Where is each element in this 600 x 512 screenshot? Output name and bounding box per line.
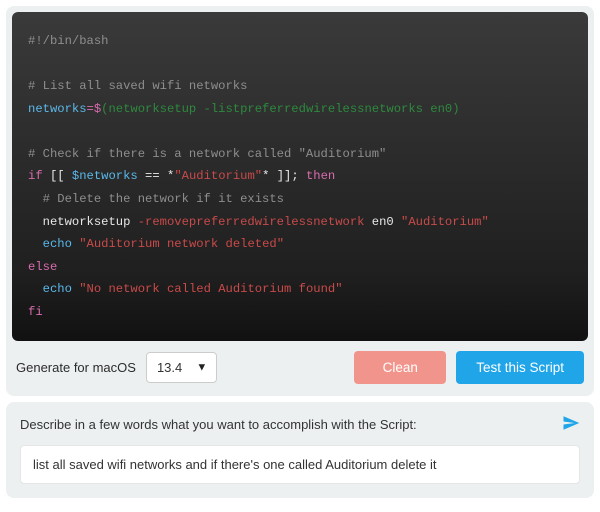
code-comment: # Delete the network if it exists (28, 192, 284, 206)
code-text: == * (138, 169, 175, 183)
code-variable: $networks (72, 169, 138, 183)
prompt-input[interactable] (20, 445, 580, 484)
code-keyword-fi: fi (28, 305, 43, 319)
code-string: "Auditorium" (174, 169, 262, 183)
send-icon[interactable] (562, 414, 580, 435)
version-select[interactable]: 13.4 ▼ (146, 360, 217, 375)
code-variable: networks (28, 102, 87, 116)
code-command: networksetup (43, 215, 138, 229)
code-string: "No network called Auditorium found" (79, 282, 342, 296)
code-text: * ]]; (262, 169, 306, 183)
code-keyword-if: if (28, 169, 43, 183)
code-shebang: #!/bin/bash (28, 34, 108, 48)
code-keyword-then: then (306, 169, 335, 183)
code-comment: # List all saved wifi networks (28, 79, 247, 93)
code-arg: en0 (364, 215, 401, 229)
clean-button[interactable]: Clean (354, 351, 446, 384)
code-indent (28, 282, 43, 296)
script-code-area: #!/bin/bash # List all saved wifi networ… (12, 12, 588, 341)
code-indent (28, 215, 43, 229)
code-echo: echo (43, 282, 72, 296)
code-string: "Auditorium network deleted" (79, 237, 284, 251)
top-panel: #!/bin/bash # List all saved wifi networ… (6, 6, 594, 396)
code-string: "Auditorium" (401, 215, 489, 229)
code-indent (28, 237, 43, 251)
code-echo: echo (43, 237, 72, 251)
generate-label: Generate for macOS (16, 360, 136, 375)
code-flag: -removepreferredwirelessnetwork (138, 215, 365, 229)
code-keyword-else: else (28, 260, 57, 274)
prompt-label: Describe in a few words what you want to… (20, 417, 417, 432)
version-select-value: 13.4 (146, 352, 217, 383)
code-operator: =$ (87, 102, 102, 116)
prompt-row: Describe in a few words what you want to… (20, 414, 580, 435)
toolbar: Generate for macOS 13.4 ▼ Clean Test thi… (12, 341, 588, 390)
code-comment: # Check if there is a network called "Au… (28, 147, 386, 161)
code-substitution: (networksetup -listpreferredwirelessnetw… (101, 102, 459, 116)
code-text: [[ (43, 169, 72, 183)
bottom-panel: Describe in a few words what you want to… (6, 402, 594, 498)
test-script-button[interactable]: Test this Script (456, 351, 584, 384)
